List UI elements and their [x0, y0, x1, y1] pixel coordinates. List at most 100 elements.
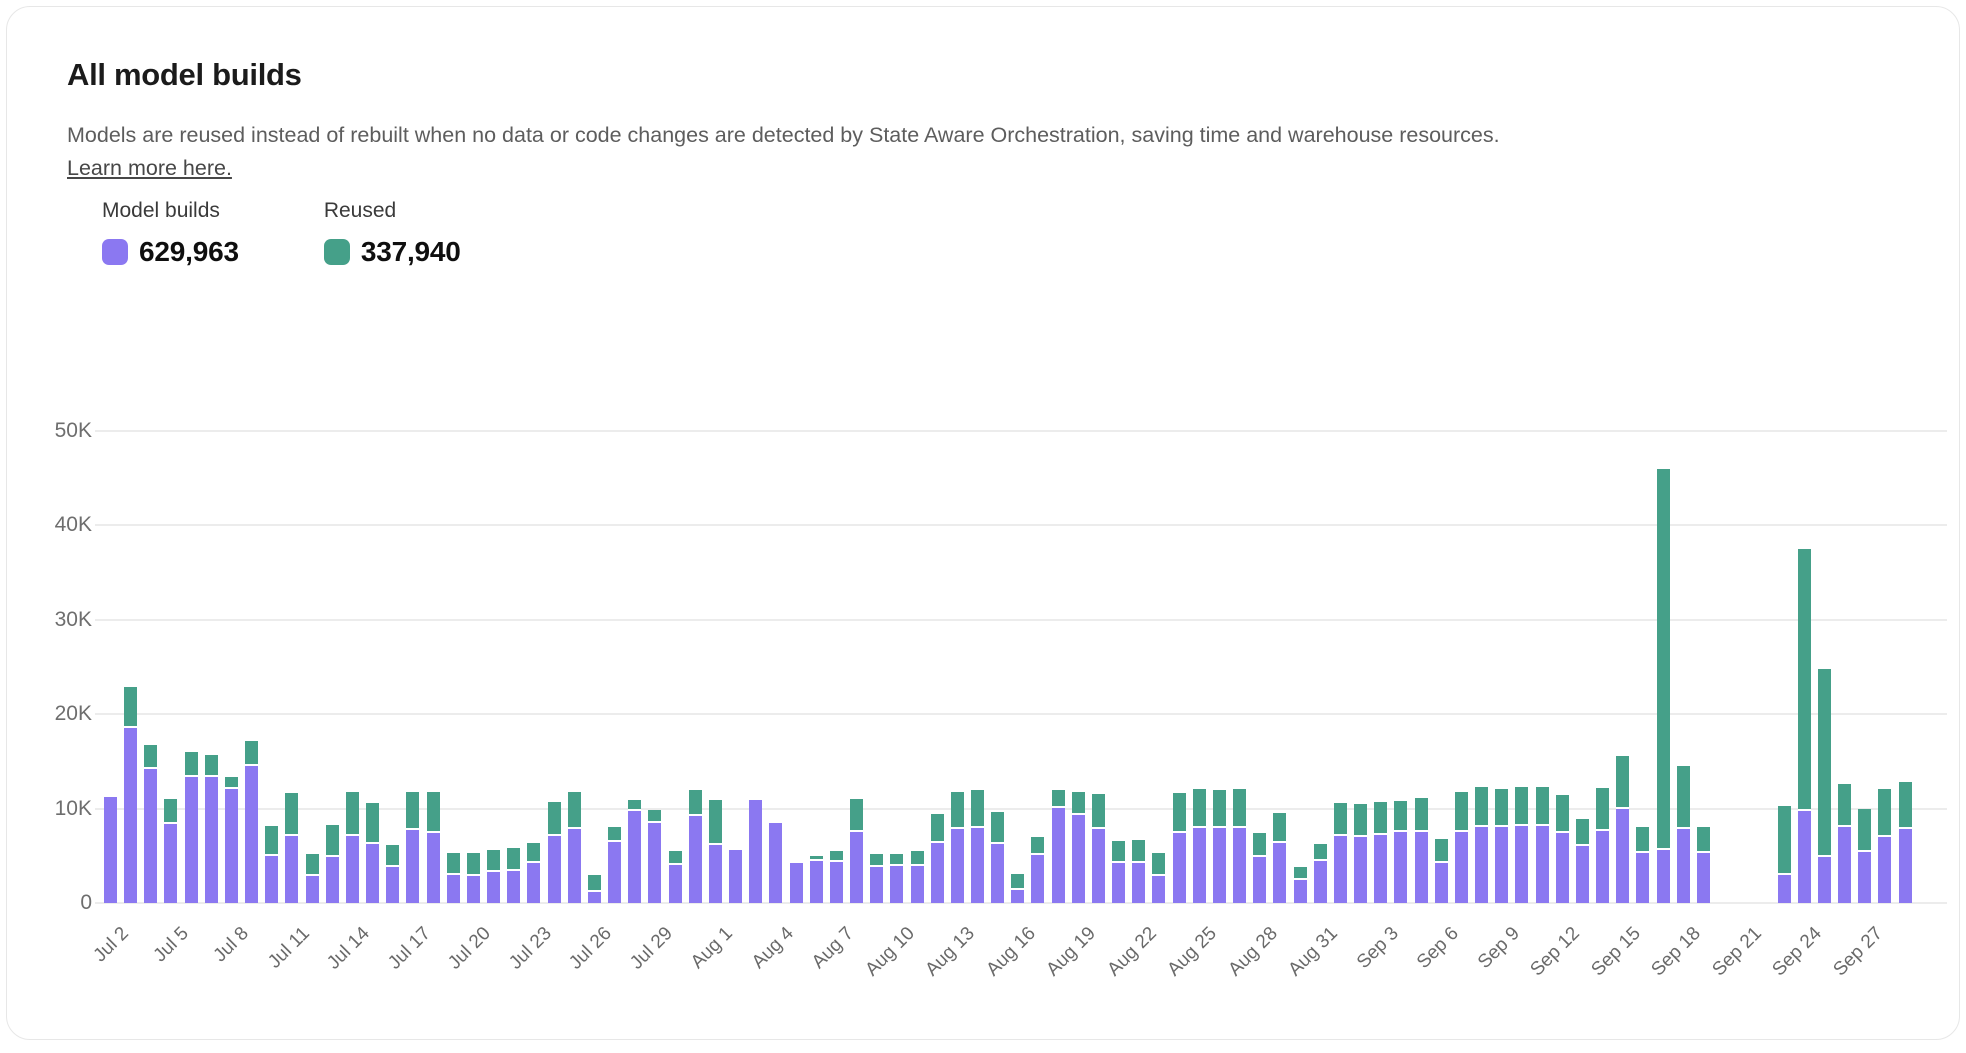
bar-group[interactable] — [790, 863, 803, 903]
bar-group[interactable] — [548, 802, 561, 903]
bar-group[interactable] — [1112, 841, 1125, 903]
bar-segment-model-builds — [810, 861, 823, 903]
bar-group[interactable] — [1818, 669, 1831, 903]
bar-segment-model-builds — [830, 862, 843, 903]
bar-group[interactable] — [628, 800, 641, 903]
bar-group[interactable] — [366, 803, 379, 903]
bar-group[interactable] — [749, 800, 762, 903]
bar-group[interactable] — [1798, 549, 1811, 903]
bar-group[interactable] — [1495, 789, 1508, 903]
bar-group[interactable] — [1092, 794, 1105, 903]
bar-group[interactable] — [1031, 837, 1044, 903]
bar-group[interactable] — [1536, 787, 1549, 903]
bar-group[interactable] — [1273, 813, 1286, 903]
bar-group[interactable] — [991, 812, 1004, 903]
bar-group[interactable] — [689, 790, 702, 903]
bar-group[interactable] — [507, 848, 520, 903]
bar-group[interactable] — [648, 810, 661, 903]
bar-group[interactable] — [265, 826, 278, 903]
bar-segment-reused — [1677, 766, 1690, 827]
bar-group[interactable] — [1838, 784, 1851, 903]
bar-group[interactable] — [830, 851, 843, 903]
bar-group[interactable] — [1233, 789, 1246, 903]
bar-group[interactable] — [346, 792, 359, 903]
bar-group[interactable] — [1515, 787, 1528, 903]
bar-group[interactable] — [1878, 789, 1891, 903]
x-axis-label: Jul 2 — [89, 923, 133, 967]
bar-group[interactable] — [447, 853, 460, 903]
bar-group[interactable] — [608, 827, 621, 903]
bar-group[interactable] — [588, 875, 601, 903]
bar-group[interactable] — [1374, 802, 1387, 903]
bar-group[interactable] — [1314, 844, 1327, 903]
bar-group[interactable] — [1455, 792, 1468, 903]
bar-group[interactable] — [1253, 833, 1266, 903]
x-axis-label: Sep 9 — [1474, 923, 1525, 974]
bar-group[interactable] — [306, 854, 319, 903]
bar-group[interactable] — [427, 792, 440, 903]
bar-group[interactable] — [1052, 790, 1065, 903]
bar-group[interactable] — [487, 850, 500, 903]
bar-group[interactable] — [911, 851, 924, 903]
bar-group[interactable] — [1677, 766, 1690, 903]
bar-group[interactable] — [245, 741, 258, 903]
bar-group[interactable] — [527, 843, 540, 903]
bar-group[interactable] — [769, 823, 782, 903]
bar-group[interactable] — [1334, 803, 1347, 903]
bar-group[interactable] — [1616, 756, 1629, 903]
bar-segment-model-builds — [1818, 857, 1831, 903]
bar-group[interactable] — [1354, 804, 1367, 903]
bar-group[interactable] — [1193, 789, 1206, 903]
bar-group[interactable] — [386, 844, 399, 903]
bar-segment-model-builds — [790, 863, 803, 903]
bar-group[interactable] — [164, 799, 177, 903]
bar-group[interactable] — [1556, 795, 1569, 903]
bar-group[interactable] — [1213, 790, 1226, 903]
bar-segment-reused — [1697, 827, 1710, 851]
bar-group[interactable] — [124, 687, 137, 903]
bar-group[interactable] — [205, 755, 218, 903]
bar-group[interactable] — [729, 850, 742, 903]
bar-group[interactable] — [850, 799, 863, 903]
bar-group[interactable] — [669, 851, 682, 903]
bar-group[interactable] — [1394, 801, 1407, 903]
bar-segment-reused — [1031, 837, 1044, 853]
bar-group[interactable] — [1576, 819, 1589, 903]
bar-group[interactable] — [1435, 839, 1448, 903]
bar-group[interactable] — [931, 814, 944, 903]
bar-group[interactable] — [467, 853, 480, 903]
bar-group[interactable] — [185, 752, 198, 903]
bar-group[interactable] — [1697, 827, 1710, 903]
bar-group[interactable] — [709, 800, 722, 903]
bar-group[interactable] — [104, 795, 117, 903]
bar-group[interactable] — [971, 790, 984, 903]
bar-group[interactable] — [810, 856, 823, 903]
bar-group[interactable] — [1173, 793, 1186, 903]
bar-group[interactable] — [1415, 798, 1428, 903]
bar-group[interactable] — [225, 777, 238, 903]
bar-group[interactable] — [951, 792, 964, 903]
bar-group[interactable] — [1778, 806, 1791, 903]
bar-group[interactable] — [1657, 469, 1670, 903]
bar-segment-reused — [406, 792, 419, 829]
bar-group[interactable] — [144, 745, 157, 903]
bar-group[interactable] — [870, 854, 883, 903]
bar-group[interactable] — [1011, 874, 1024, 903]
bar-group[interactable] — [1475, 787, 1488, 903]
bar-segment-model-builds — [628, 811, 641, 904]
bar-group[interactable] — [285, 793, 298, 903]
bar-group[interactable] — [1596, 788, 1609, 903]
bar-segment-reused — [870, 854, 883, 865]
bar-group[interactable] — [1152, 853, 1165, 903]
bar-group[interactable] — [1636, 827, 1649, 903]
bar-group[interactable] — [1899, 782, 1912, 903]
bar-group[interactable] — [1294, 867, 1307, 903]
bar-group[interactable] — [1132, 840, 1145, 903]
bar-group[interactable] — [326, 825, 339, 903]
bar-group[interactable] — [406, 792, 419, 903]
bar-group[interactable] — [890, 854, 903, 903]
y-axis-label: 10K — [7, 795, 92, 823]
bar-group[interactable] — [1072, 792, 1085, 903]
bar-group[interactable] — [568, 792, 581, 903]
bar-group[interactable] — [1858, 809, 1871, 903]
